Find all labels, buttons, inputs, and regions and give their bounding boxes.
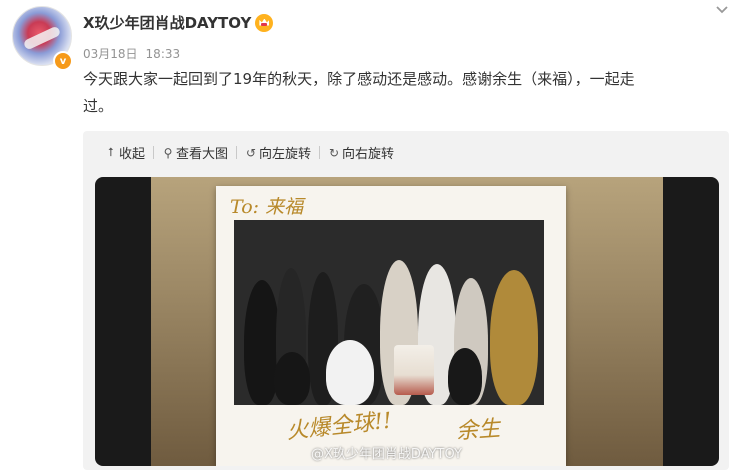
view-large-label: 查看大图: [176, 147, 229, 162]
post-meta: 03月18日 18:33: [83, 45, 188, 62]
collapse-button[interactable]: ⭡ 收起: [105, 143, 145, 162]
rotate-left-button[interactable]: ↺ 向左旋转: [245, 143, 312, 163]
person: [326, 340, 374, 405]
handwriting-bottom: 火爆全球!!: [285, 408, 393, 445]
author-name[interactable]: X玖少年团肖战DAYTOY: [83, 12, 251, 33]
chevron-down-icon[interactable]: [714, 2, 730, 18]
photo-watermark: @X玖少年团肖战DAYTOY: [311, 447, 462, 462]
rotate-right-label: 向右旋转: [342, 147, 395, 162]
rotate-right-icon: ↻: [329, 145, 340, 160]
toolbar-divider: [153, 146, 155, 159]
verified-badge-icon: v: [53, 51, 73, 71]
media-toolbar: ⭡ 收起 ⚲ 查看大图 ↺ 向左旋转 ↻ 向右旋转: [105, 143, 394, 162]
rotate-left-icon: ↺: [246, 145, 257, 160]
collapse-label: 收起: [119, 147, 146, 162]
toolbar-divider: [319, 146, 321, 159]
person: [274, 352, 310, 405]
polaroid-card: To: 来福 火爆全球!! 余生: [216, 186, 566, 466]
toolbar-divider: [236, 146, 238, 159]
post-date[interactable]: 03月18日: [83, 47, 138, 61]
media-panel: ⭡ 收起 ⚲ 查看大图 ↺ 向左旋转 ↻ 向右旋转 To: 来福 火爆全球!! …: [83, 131, 729, 470]
birthday-cake: [394, 345, 434, 395]
crown-badge-icon: [255, 13, 274, 32]
post-photo[interactable]: To: 来福 火爆全球!! 余生 @X玖少年团肖战DAYTOY: [95, 177, 719, 466]
rotate-left-label: 向左旋转: [259, 147, 312, 162]
view-large-button[interactable]: ⚲ 查看大图: [162, 143, 229, 163]
person: [448, 348, 482, 405]
handwriting-signature: 余生: [455, 416, 502, 445]
avatar-artwork: [22, 25, 62, 51]
collapse-arrow-icon: ⭡: [108, 145, 114, 159]
person: [490, 270, 538, 405]
handwriting-top: To: 来福: [230, 196, 304, 218]
post-text: 今天跟大家一起回到了19年的秋天，除了感动还是感动。感谢余生（来福），一起走 过…: [83, 70, 635, 115]
post-time[interactable]: 18:33: [146, 47, 181, 61]
search-icon: ⚲: [163, 145, 173, 160]
author-name-row[interactable]: X玖少年团肖战DAYTOY: [83, 12, 274, 33]
rotate-right-button[interactable]: ↻ 向右旋转: [328, 143, 395, 163]
group-photo: [234, 220, 544, 405]
